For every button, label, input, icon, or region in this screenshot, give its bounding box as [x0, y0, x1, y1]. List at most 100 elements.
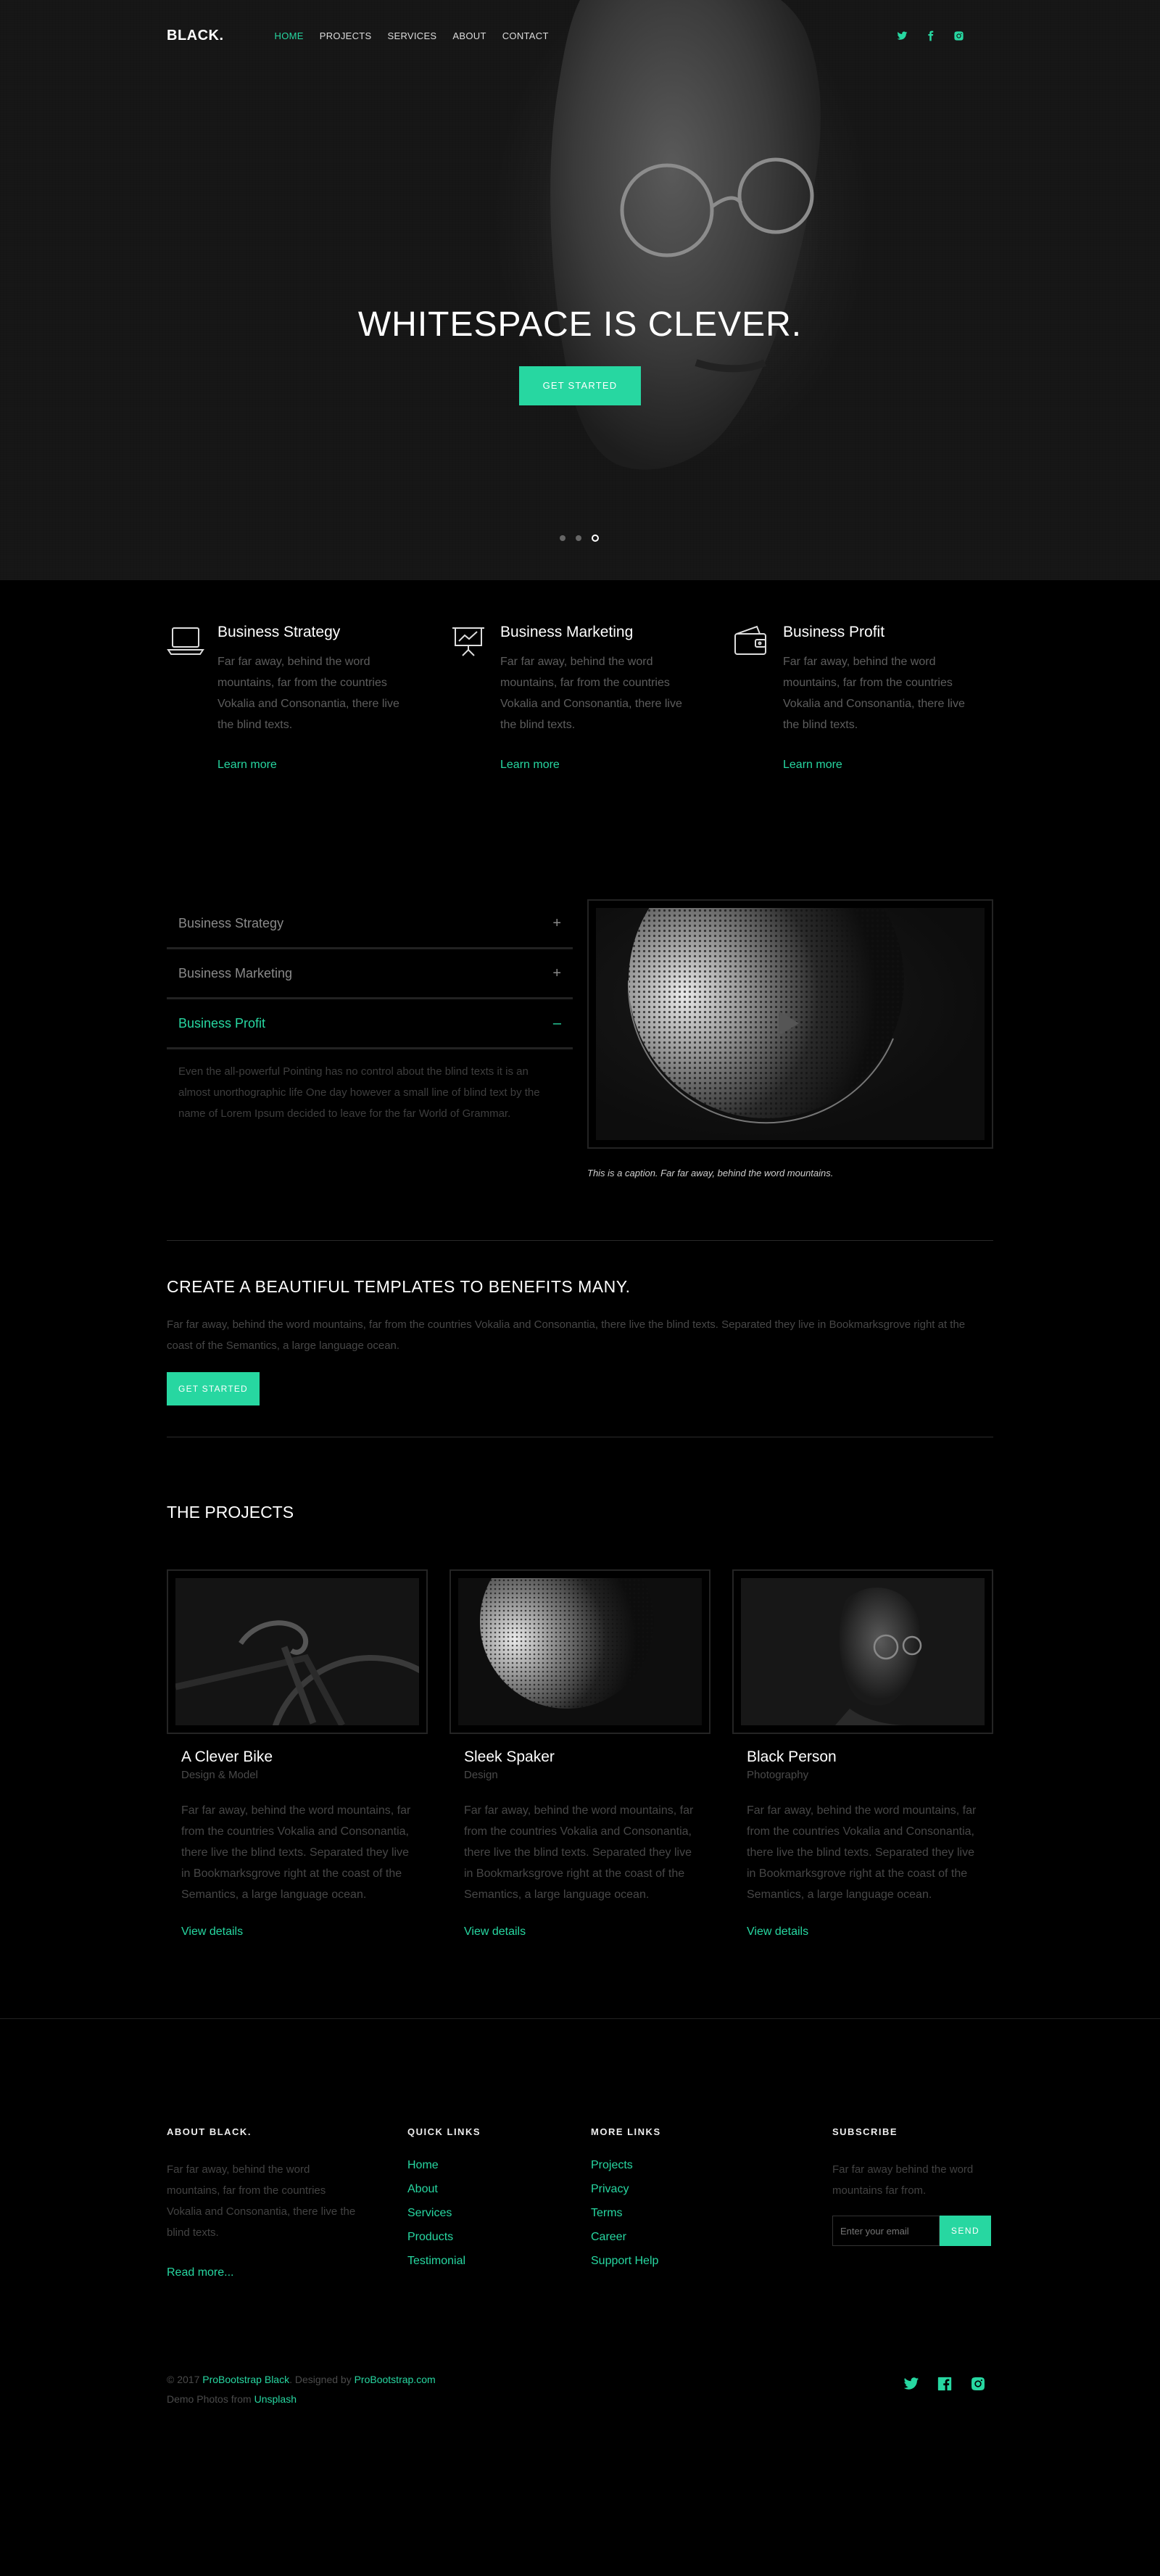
brand-logo[interactable]: BLACK.: [167, 28, 224, 44]
footer-more-links: MORE LINKS Projects Privacy Terms Career…: [591, 2126, 832, 2290]
footer-link-testimonial[interactable]: Testimonial: [407, 2255, 591, 2268]
facebook-icon[interactable]: [937, 2376, 953, 2392]
accordion-item-business-marketing[interactable]: Business Marketing +: [167, 949, 573, 999]
project-text: Far far away, behind the word mountains,…: [181, 1804, 411, 1901]
footer-subscribe-title: SUBSCRIBE: [832, 2126, 898, 2137]
nav-item-home[interactable]: HOME: [275, 30, 304, 41]
project-title: Black Person: [747, 1749, 837, 1765]
features: Business Strategy Far far away, behind t…: [167, 580, 993, 870]
cta-section: CREATE A BEAUTIFUL TEMPLATES TO BENEFITS…: [167, 1241, 993, 1437]
send-button[interactable]: SEND: [940, 2216, 991, 2246]
minus-icon: –: [552, 1015, 561, 1031]
accordion-label: Business Profit: [178, 1015, 266, 1031]
projects-title: THE PROJECTS: [167, 1503, 294, 1522]
designer-link[interactable]: ProBootstrap.com: [355, 2374, 436, 2385]
project-card: A Clever Bike Design & Model Far far awa…: [167, 1569, 428, 1939]
slider-dots: [560, 534, 599, 542]
nav-item-about[interactable]: ABOUT: [452, 30, 486, 41]
video-player[interactable]: [596, 908, 985, 1140]
learn-more-link[interactable]: Learn more: [218, 759, 406, 772]
footer-link-terms[interactable]: Terms: [591, 2207, 832, 2220]
slider-dot[interactable]: [560, 535, 566, 541]
copyright-text: © 2017 ProBootstrap Black. Designed by P…: [167, 2370, 436, 2409]
project-text: Far far away, behind the word mountains,…: [747, 1804, 977, 1901]
brand-link[interactable]: ProBootstrap Black: [202, 2374, 289, 2385]
copyright-middle: . Designed by: [289, 2374, 355, 2385]
projects-grid: A Clever Bike Design & Model Far far awa…: [167, 1569, 993, 1939]
project-category: Photography: [747, 1769, 809, 1781]
feature-title: Business Strategy: [218, 624, 341, 640]
footer-subscribe: SUBSCRIBE Far far away behind the word m…: [832, 2126, 993, 2290]
instagram-icon[interactable]: [970, 2376, 986, 2392]
feature-title: Business Profit: [783, 624, 885, 640]
nav-menu: HOME PROJECTS SERVICES ABOUT CONTACT: [275, 30, 549, 41]
footer-link-privacy[interactable]: Privacy: [591, 2183, 832, 2196]
nav-item-services[interactable]: SERVICES: [388, 30, 437, 41]
feature-title: Business Marketing: [500, 624, 634, 640]
project-category: Design: [464, 1769, 498, 1781]
footer-link-support-help[interactable]: Support Help: [591, 2255, 832, 2268]
facebook-icon[interactable]: [925, 30, 936, 41]
project-card: Black Person Photography Far far away, b…: [732, 1569, 993, 1939]
footer-link-career[interactable]: Career: [591, 2231, 832, 2244]
photos-credit: Demo Photos from: [167, 2393, 254, 2405]
accordion-video-section: Business Strategy + Business Marketing +…: [167, 899, 993, 1240]
video-caption: This is a caption. Far far away, behind …: [587, 1168, 834, 1178]
hero-portrait-image: [550, 0, 821, 470]
footer-about-title: ABOUT BLACK.: [167, 2126, 252, 2137]
twitter-icon[interactable]: [897, 30, 908, 41]
laptop-icon: [167, 624, 218, 870]
email-field[interactable]: [832, 2216, 940, 2246]
hero-title: WHITESPACE IS CLEVER.: [357, 305, 803, 344]
person-image: [741, 1578, 985, 1725]
plus-icon: +: [552, 965, 561, 981]
footer-link-about[interactable]: About: [407, 2183, 591, 2196]
slider-dot[interactable]: [576, 535, 581, 541]
accordion-item-business-strategy[interactable]: Business Strategy +: [167, 899, 573, 949]
accordion-label: Business Strategy: [178, 915, 284, 930]
presentation-icon: [450, 624, 500, 870]
twitter-icon[interactable]: [903, 2376, 919, 2392]
accordion: Business Strategy + Business Marketing +…: [167, 899, 573, 1240]
read-more-link[interactable]: Read more...: [167, 2266, 407, 2279]
footer-link-products[interactable]: Products: [407, 2231, 591, 2244]
cta-title: CREATE A BEAUTIFUL TEMPLATES TO BENEFITS…: [167, 1277, 631, 1296]
hero-get-started-button[interactable]: GET STARTED: [519, 366, 641, 405]
accordion-item-business-profit[interactable]: Business Profit –: [167, 999, 573, 1049]
instagram-icon[interactable]: [953, 30, 964, 41]
feature-text: Far far away, behind the word mountains,…: [500, 656, 682, 731]
project-thumbnail[interactable]: [732, 1569, 993, 1734]
footer-more-title: MORE LINKS: [591, 2126, 661, 2137]
project-title: Sleek Spaker: [464, 1749, 555, 1765]
feature-text: Far far away, behind the word mountains,…: [783, 656, 965, 731]
plus-icon: +: [552, 915, 561, 931]
feature-text: Far far away, behind the word mountains,…: [218, 656, 399, 731]
view-details-link[interactable]: View details: [747, 1925, 979, 1939]
nav-social: [897, 30, 964, 41]
project-thumbnail[interactable]: [450, 1569, 710, 1734]
learn-more-link[interactable]: Learn more: [500, 759, 689, 772]
footer-quick-links: QUICK LINKS Home About Services Products…: [407, 2126, 591, 2290]
wallet-icon: [732, 624, 783, 870]
unsplash-link[interactable]: Unsplash: [254, 2393, 297, 2405]
footer-link-home[interactable]: Home: [407, 2159, 591, 2172]
nav-item-projects[interactable]: PROJECTS: [320, 30, 372, 41]
footer-link-services[interactable]: Services: [407, 2207, 591, 2220]
footer-about-text: Far far away, behind the word mountains,…: [167, 2163, 356, 2239]
learn-more-link[interactable]: Learn more: [783, 759, 972, 772]
footer-about: ABOUT BLACK. Far far away, behind the wo…: [167, 2126, 407, 2290]
cta-text: Far far away, behind the word mountains,…: [167, 1318, 966, 1352]
main-nav: BLACK. HOME PROJECTS SERVICES ABOUT CONT…: [167, 25, 993, 46]
cta-get-started-button[interactable]: GET STARTED: [167, 1372, 260, 1405]
footer-link-projects[interactable]: Projects: [591, 2159, 832, 2172]
project-card: Sleek Spaker Design Far far away, behind…: [450, 1569, 710, 1939]
project-title: A Clever Bike: [181, 1749, 273, 1765]
slider-dot-active[interactable]: [592, 534, 599, 542]
footer-quick-title: QUICK LINKS: [407, 2126, 481, 2137]
play-icon[interactable]: [779, 1011, 799, 1036]
project-thumbnail[interactable]: [167, 1569, 428, 1734]
view-details-link[interactable]: View details: [181, 1925, 413, 1939]
feature-item: Business Profit Far far away, behind the…: [732, 624, 993, 870]
nav-item-contact[interactable]: CONTACT: [502, 30, 549, 41]
view-details-link[interactable]: View details: [464, 1925, 696, 1939]
